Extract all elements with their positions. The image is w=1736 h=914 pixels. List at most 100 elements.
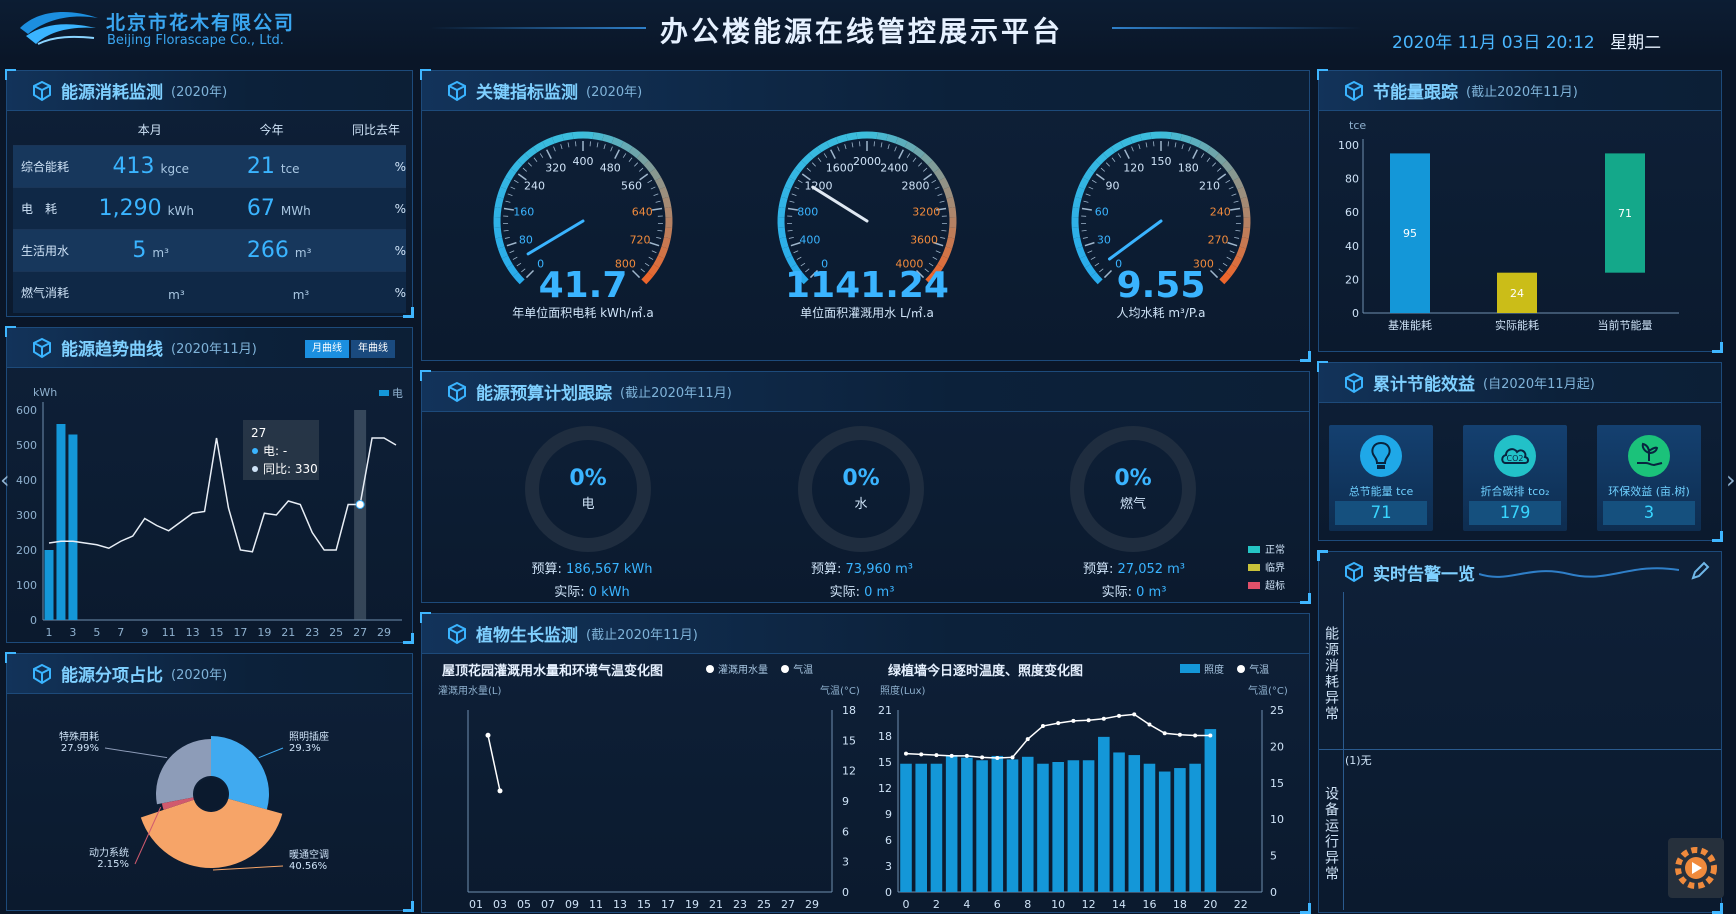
gauge-tick [623, 153, 626, 157]
temperature-point [486, 733, 491, 738]
gauge-tick [615, 150, 620, 159]
gauge-arc-segment [1246, 208, 1247, 218]
y-tick-label: 12 [878, 782, 892, 795]
y2-tick-label: 25 [1270, 704, 1284, 717]
panel-subtitle: (2020年) [171, 81, 227, 100]
gauge-arc-segment [563, 136, 573, 138]
gauge-tick [1104, 270, 1111, 277]
yoy-value: % [376, 202, 406, 216]
gauge-arc-segment [785, 248, 789, 257]
gauge-tick [1234, 201, 1239, 202]
gauge-value: 41.7 [539, 265, 628, 306]
gauge-tick [656, 237, 661, 238]
gauge-tick [526, 270, 533, 277]
edit-icon[interactable] [1689, 560, 1711, 582]
gauge-tick-label: 2800 [902, 180, 930, 193]
x-tick-label: 15 [637, 898, 651, 911]
y2-axis-title: 气温(°C) [820, 684, 860, 697]
temperature-line [906, 714, 1210, 758]
x-tick-label: 29 [377, 626, 391, 639]
plant-growth-panel: 植物生长监测 (截止2020年11月) 屋顶花园灌溉用水量和环境气温变化图 灌溉… [421, 613, 1310, 913]
budget-label: 预算: [1083, 562, 1113, 577]
bar [1113, 752, 1125, 892]
header-wave-decoration [1479, 560, 1679, 584]
gauge-tick [641, 269, 645, 272]
gauge-arc-segment [656, 257, 661, 266]
gauge-arc-segment [1076, 198, 1078, 208]
gauge-arc-segment [857, 135, 867, 136]
gauge-arc-segment [1079, 248, 1083, 257]
gauge-tick [652, 208, 662, 210]
gauge-tick [513, 257, 517, 259]
carousel-right-arrow[interactable]: › [1726, 466, 1736, 494]
temperature-point [934, 753, 938, 757]
gauge-tick [935, 187, 940, 189]
legend-critical: 临界 [1248, 560, 1285, 578]
gauge-arc-segment [1088, 266, 1094, 274]
y2-tick-label: 0 [1270, 886, 1277, 899]
tooltip-dot [252, 448, 258, 454]
tab-month-curve[interactable]: 月曲线 [305, 340, 349, 358]
x-tick-label: 10 [1051, 898, 1065, 911]
panel-header: 节能量跟踪 (截止2020年11月) [1319, 71, 1721, 111]
y-tick-label: 100 [1338, 139, 1359, 152]
gauge-tick [1084, 201, 1089, 202]
gauge-tick [1088, 251, 1093, 253]
year-value: 266 [247, 238, 289, 263]
x-tick-label: 19 [257, 626, 271, 639]
gauge-tick [656, 201, 661, 202]
gauge-tick [540, 153, 543, 157]
budget-line: 预算: 73,960 m³ [792, 558, 932, 577]
assistant-button[interactable] [1668, 838, 1724, 898]
gauge-arc-segment [513, 163, 519, 171]
gauge-arc-segment [631, 149, 639, 155]
gauge-arc-segment [667, 228, 668, 238]
gauge-tick [645, 263, 649, 266]
gauge-arc-segment [1217, 156, 1224, 163]
actual-label: 实际: [830, 585, 860, 600]
gauge-tick [938, 194, 943, 196]
gauge-tick [1106, 163, 1109, 167]
alarm-divider-h [1319, 749, 1721, 750]
gauge-tick-label: 210 [1199, 180, 1220, 193]
gauge-tick [888, 144, 889, 149]
gauge-tick [511, 187, 516, 189]
x-tick-label: 1 [46, 626, 53, 639]
tab-year-curve[interactable]: 年曲线 [351, 340, 395, 358]
gauge-arc-segment [1245, 228, 1246, 238]
x-tick-label: 7 [117, 626, 124, 639]
gauge-arc-segment [1131, 137, 1141, 140]
y2-tick-label: 0 [842, 886, 849, 899]
saving-panel: 节能量跟踪 (截止2020年11月) tce02040608010095基准能耗… [1318, 70, 1722, 352]
gauge-arc-segment [613, 140, 622, 144]
gauge-tick [1086, 194, 1091, 196]
bar-value-label: 95 [1403, 227, 1417, 240]
gauge-arc-segment [1151, 135, 1161, 136]
temperature-point [919, 752, 923, 756]
bar-value-label: 71 [1618, 207, 1632, 220]
gauge-arc-segment [499, 238, 502, 248]
gauge-label: 单位面积灌溉用水 L/㎡.a [800, 305, 934, 320]
gauge-tick-label: 80 [519, 234, 533, 247]
page-title: 办公楼能源在线管控展示平台 [660, 10, 1063, 50]
panel-subtitle: (截止2020年11月) [620, 382, 732, 401]
legend-swatch [1248, 582, 1260, 589]
pie-hole [195, 778, 227, 810]
month-unit: m³ [168, 288, 185, 302]
temperature-point [1087, 718, 1091, 722]
pie-label-pct: 40.56% [289, 861, 327, 872]
x-tick-label: 21 [281, 626, 295, 639]
panel-header: 能源消耗监测 (2020年) [7, 71, 412, 111]
gauge-tick [1139, 144, 1140, 149]
gauge-tick-label: 640 [632, 206, 653, 219]
legend-swatch [1248, 546, 1260, 553]
energy-share-panel: 能源分项占比 (2020年) 特殊用耗27.99%照明插座29.3%动力系统2.… [6, 653, 413, 911]
gauge-arc-segment [797, 163, 803, 171]
y2-tick-label: 20 [1270, 740, 1284, 753]
yoy-value: % [376, 286, 406, 300]
gauge-tick [1223, 263, 1227, 266]
x-tick-label: 2 [933, 898, 940, 911]
carousel-left-arrow[interactable]: ‹ [0, 466, 10, 494]
legend-label: 气温 [793, 665, 813, 676]
pie-label-name: 照明插座 [289, 730, 329, 743]
